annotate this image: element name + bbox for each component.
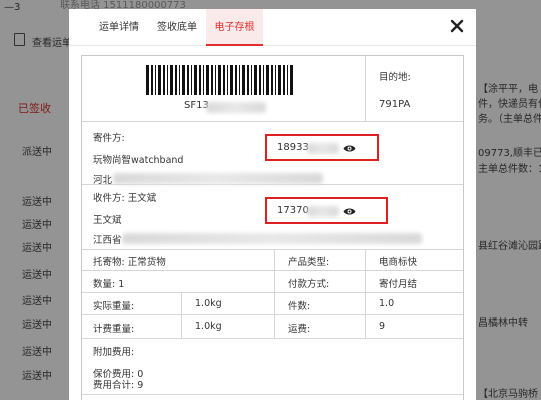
tab-electronic-stub[interactable]: 电子存根 — [206, 9, 263, 46]
total-fee: 费用合计: 9 — [93, 380, 144, 391]
sender-address: 河北 — [93, 175, 113, 186]
waybill-modal: 运单详情 签收底单 电子存根 SF13 目的地: 791PA 寄件方: 玩物尚智… — [69, 9, 476, 400]
close-icon[interactable] — [448, 17, 466, 35]
quantity-row: 数量: 1 付款方式: 寄付月结 — [82, 271, 463, 293]
actual-weight-value: 1.0kg — [195, 298, 222, 309]
total-fee-row: 费用合计: 9 — [82, 371, 463, 395]
receiver-address-masked — [122, 233, 422, 244]
destination-code: 791PA — [379, 99, 411, 110]
receiver-label: 收件方: 王文斌 — [93, 193, 157, 204]
actual-weight-label: 实际重量: — [93, 301, 135, 312]
sender-address-masked — [113, 173, 323, 184]
product-type-value: 电商标快 — [379, 257, 418, 268]
sender-label: 寄件方: — [93, 133, 125, 144]
consignment-item: 托寄物: 正常货物 — [93, 257, 166, 268]
barcode-image — [146, 65, 293, 95]
billing-weight-row: 计费重量: 1.0kg 运费: 9 — [82, 315, 463, 339]
sender-phone-highlight: 18933 — [265, 134, 379, 161]
receiver-phone-highlight: 17370 — [265, 197, 388, 224]
pieces-label: 件数: — [288, 301, 311, 312]
billing-weight-value: 1.0kg — [195, 321, 222, 332]
tab-signed-receipt[interactable]: 签收底单 — [151, 9, 203, 46]
extra-fee: 附加费用: — [93, 347, 135, 358]
payment-label: 付款方式: — [288, 279, 330, 290]
freight-label: 运费: — [288, 324, 311, 335]
waybill-number-masked — [206, 102, 266, 113]
sender-phone: 18933 — [277, 142, 309, 153]
receiver-name: 王文斌 — [93, 215, 122, 226]
barcode-row: SF13 目的地: 791PA — [82, 56, 463, 122]
destination-label: 目的地: — [379, 72, 411, 83]
product-type-label: 产品类型: — [288, 257, 330, 268]
freight-value: 9 — [379, 321, 386, 332]
eye-icon[interactable] — [343, 207, 356, 216]
receiver-phone-masked — [307, 206, 339, 217]
receiver-address: 江西省 — [93, 235, 122, 246]
consignment-row: 托寄物: 正常货物 产品类型: 电商标快 — [82, 250, 463, 271]
sender-name: 玩物尚智watchband — [93, 155, 184, 166]
sender-phone-masked — [307, 143, 339, 154]
quantity: 数量: 1 — [93, 279, 125, 290]
pieces-value: 1.0 — [379, 298, 395, 309]
modal-tabs: 运单详情 签收底单 电子存根 — [69, 9, 476, 46]
tab-waybill-details[interactable]: 运单详情 — [87, 9, 151, 46]
electronic-stub-document: SF13 目的地: 791PA 寄件方: 玩物尚智watchband 河北 收件… — [81, 55, 464, 400]
payment-value: 寄付月结 — [379, 279, 418, 290]
actual-weight-row: 实际重量: 1.0kg 件数: 1.0 — [82, 293, 463, 315]
eye-icon[interactable] — [343, 144, 356, 153]
receiver-phone: 17370 — [277, 205, 309, 216]
billing-weight-label: 计费重量: — [93, 324, 135, 335]
